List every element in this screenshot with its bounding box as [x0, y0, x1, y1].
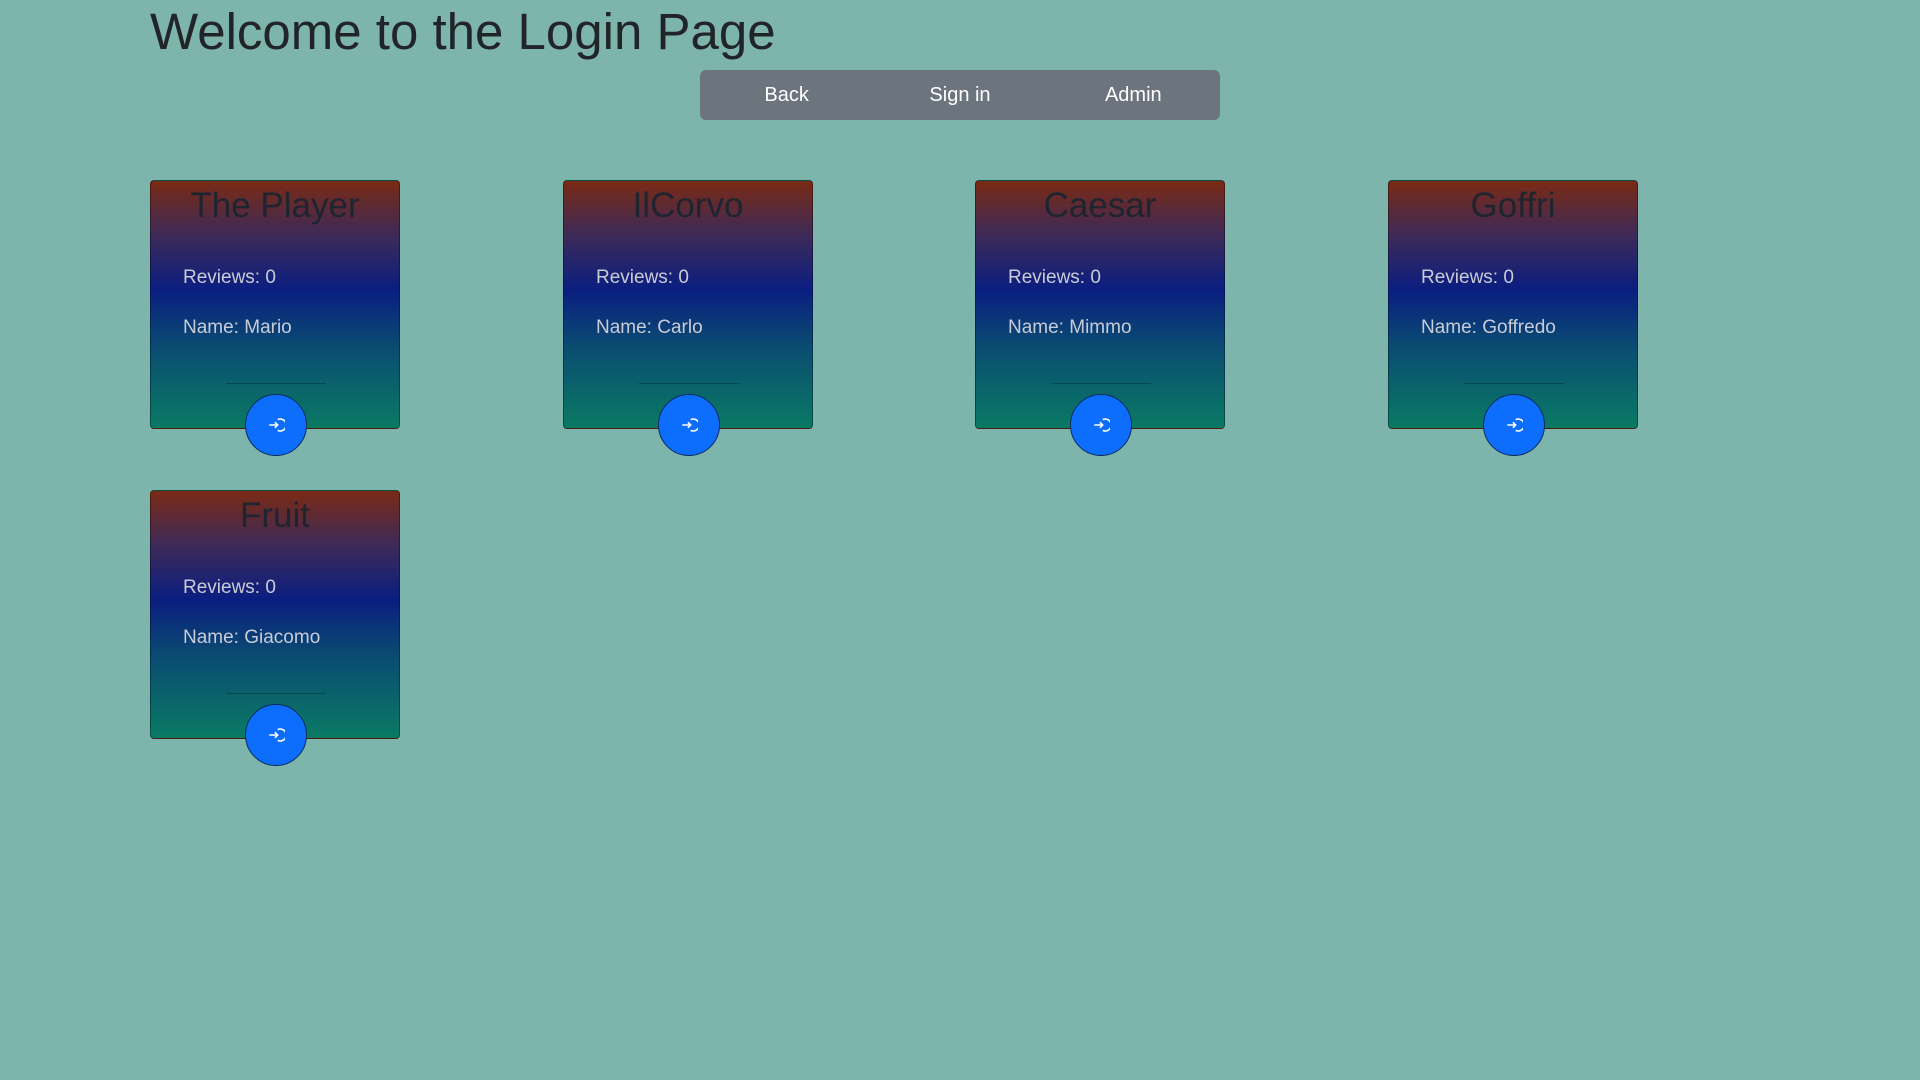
- card-title: The Player: [190, 186, 360, 225]
- sign-in-button[interactable]: Sign in: [873, 70, 1046, 120]
- card-divider: [226, 693, 326, 694]
- card-title: Goffri: [1470, 186, 1556, 225]
- login-icon: [682, 418, 698, 432]
- card-reviews: Reviews: 0: [183, 267, 276, 288]
- login-icon: [269, 728, 285, 742]
- user-card-3: Goffri Reviews: 0 Name: Goffredo: [1388, 180, 1638, 456]
- login-icon: [269, 418, 285, 432]
- card-login-button[interactable]: [1483, 394, 1545, 456]
- user-card-2: Caesar Reviews: 0 Name: Mimmo: [975, 180, 1225, 456]
- card-login-button[interactable]: [245, 394, 307, 456]
- card-reviews: Reviews: 0: [1008, 267, 1101, 288]
- user-card-0: The Player Reviews: 0 Name: Mario: [150, 180, 400, 456]
- card-reviews: Reviews: 0: [596, 267, 689, 288]
- card-divider: [639, 383, 739, 384]
- card-login-button[interactable]: [1070, 394, 1132, 456]
- card-name: Name: Giacomo: [183, 627, 321, 648]
- login-icon: [1094, 418, 1110, 432]
- card-divider: [1464, 383, 1564, 384]
- nav-button-group: Back Sign in Admin: [700, 70, 1220, 120]
- login-icon: [1507, 418, 1523, 432]
- card-login-button[interactable]: [658, 394, 720, 456]
- user-card-4: Fruit Reviews: 0 Name: Giacomo: [150, 490, 400, 766]
- card-reviews: Reviews: 0: [1421, 267, 1514, 288]
- card-title: Fruit: [240, 496, 310, 535]
- back-button[interactable]: Back: [700, 70, 873, 120]
- admin-button[interactable]: Admin: [1047, 70, 1220, 120]
- card-name: Name: Goffredo: [1421, 317, 1556, 338]
- card-login-button[interactable]: [245, 704, 307, 766]
- card-reviews: Reviews: 0: [183, 577, 276, 598]
- page-title: Welcome to the Login Page: [150, 3, 776, 60]
- card-title: IlCorvo: [632, 186, 744, 225]
- user-card-1: IlCorvo Reviews: 0 Name: Carlo: [563, 180, 813, 456]
- card-divider: [1051, 383, 1151, 384]
- card-divider: [226, 383, 326, 384]
- card-name: Name: Carlo: [596, 317, 703, 338]
- card-title: Caesar: [1043, 186, 1157, 225]
- card-name: Name: Mimmo: [1008, 317, 1132, 338]
- card-name: Name: Mario: [183, 317, 292, 338]
